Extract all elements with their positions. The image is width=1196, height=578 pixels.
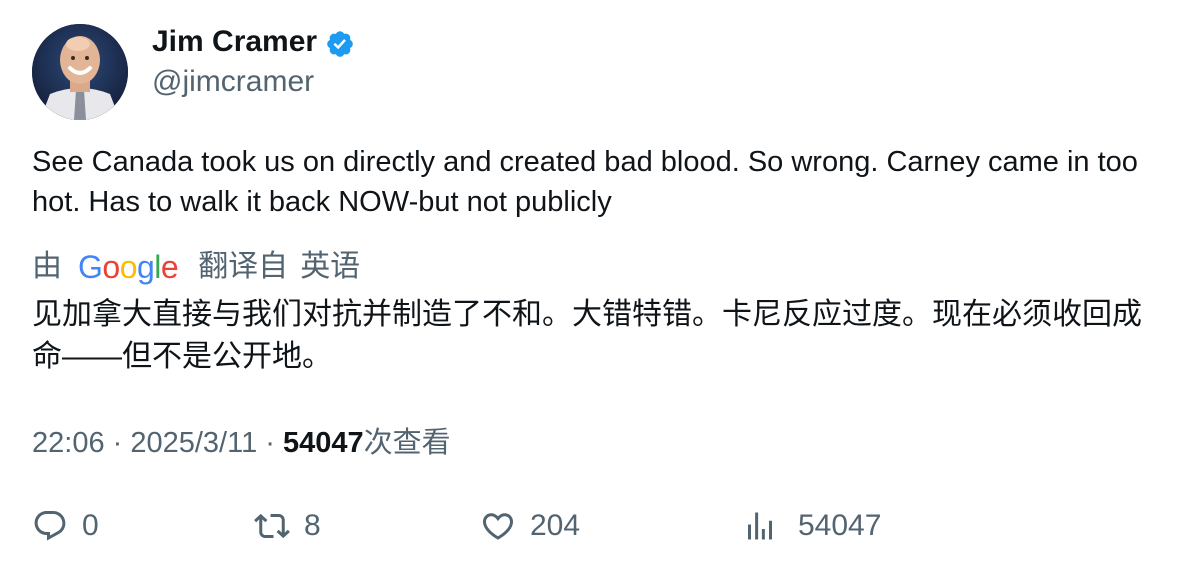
tweet-card: Jim Cramer @jimcramer See Canada took us… <box>0 0 1196 578</box>
google-logo-letter: o <box>119 249 138 285</box>
tweet-meta: 22:06 · 2025/3/11 · 54047次查看 <box>32 423 451 463</box>
like-button[interactable]: 204 <box>480 508 580 544</box>
google-logo-letter: g <box>136 249 155 285</box>
verified-badge-icon[interactable] <box>325 29 355 59</box>
views-button[interactable]: 54047 <box>742 508 881 544</box>
google-logo-letter: e <box>160 249 179 285</box>
translated-by-label: 由 <box>32 250 62 283</box>
like-count: 204 <box>530 509 581 542</box>
google-logo[interactable]: Google <box>78 246 179 288</box>
retweet-count: 8 <box>304 509 321 542</box>
google-logo-letter: o <box>102 249 120 285</box>
retweet-button[interactable]: 8 <box>254 508 321 544</box>
author-handle[interactable]: @jimcramer <box>152 62 314 102</box>
tweet-actions: 0 8 204 54047 <box>32 508 932 556</box>
author-name-row: Jim Cramer <box>152 22 355 62</box>
translated-from-label: 翻译自 <box>198 250 289 283</box>
source-language: 英语 <box>300 250 361 283</box>
views-count: 54047 <box>283 427 364 459</box>
tweet-text: See Canada took us on directly and creat… <box>32 146 1138 218</box>
avatar[interactable] <box>32 24 128 120</box>
retweet-icon <box>254 508 290 544</box>
heart-icon <box>480 508 516 544</box>
google-logo-letter: G <box>78 249 103 285</box>
google-logo-letter: l <box>154 249 161 285</box>
reply-icon <box>32 508 68 544</box>
views-action-count: 54047 <box>798 509 882 542</box>
tweet-date[interactable]: 2025/3/11 <box>130 427 257 459</box>
author-display-name[interactable]: Jim Cramer <box>152 22 317 62</box>
tweet-time[interactable]: 22:06 <box>32 427 105 459</box>
reply-count: 0 <box>82 509 99 542</box>
translated-tweet-text: 见加拿大直接与我们对抗并制造了不和。大错特错。卡尼反应过度。现在必须收回成命——… <box>32 298 1142 373</box>
meta-separator: · <box>257 427 284 459</box>
avatar-image <box>32 24 128 120</box>
reply-button[interactable]: 0 <box>32 508 99 544</box>
analytics-icon <box>742 508 778 544</box>
views-label: 次查看 <box>363 427 451 459</box>
meta-separator: · <box>104 427 131 459</box>
translation-attribution: 由 Google 翻译自 英语 <box>32 246 360 288</box>
